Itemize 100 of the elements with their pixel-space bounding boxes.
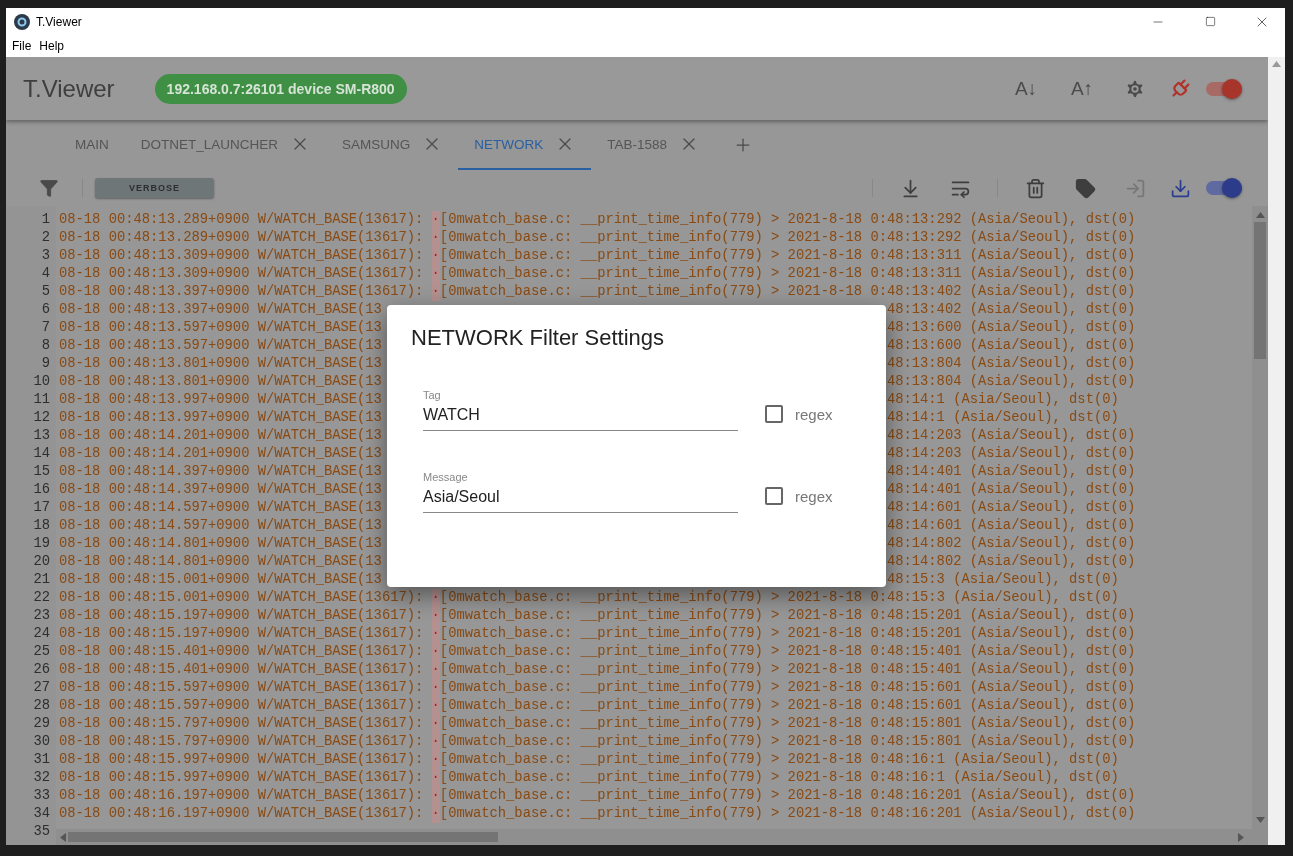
- follow-switch[interactable]: [1206, 181, 1242, 195]
- log-text: 48:14:802 (Asia/Seoul), dst(0): [886, 553, 1136, 571]
- regex-checkbox[interactable]: [765, 487, 783, 505]
- tab[interactable]: MAIN: [59, 120, 125, 170]
- log-text: 48:14:401 (Asia/Seoul), dst(0): [886, 481, 1136, 499]
- escape-marker: ·: [431, 787, 440, 805]
- log-message: [0mwatch_base.c: __print_time_info(779) > 2021-8-18 0:48:15:3 (Asia/Seoul), dst(0): [439, 589, 1119, 607]
- log-message: [0mwatch_base.c: __print_time_info(779) > 2021-8-18 0:48:13:292 (Asia/Seoul), dst(0): [439, 229, 1136, 247]
- log-source: 08-18 00:48:16.197+0900 W/WATCH_BASE(13617):: [59, 805, 424, 823]
- log-text: 08-18 00:48:14.801+0900 W/WATCH_BASE(13: [59, 536, 382, 551]
- log-text: 48:13:402 (Asia/Seoul), dst(0): [886, 301, 1136, 319]
- regex-checkbox[interactable]: [765, 405, 783, 423]
- line-number: 23: [33, 608, 50, 623]
- line-number: 4: [41, 266, 50, 281]
- checkbox-label: regex: [795, 488, 833, 505]
- font-increase-button[interactable]: A↑: [1054, 77, 1110, 100]
- switch-thumb[interactable]: [1222, 78, 1242, 99]
- line-number: 33: [33, 788, 50, 803]
- horizontal-scrollbar[interactable]: [56, 829, 1268, 845]
- input-field[interactable]: Asia/Seoul: [423, 488, 738, 506]
- log-message: [0mwatch_base.c: __print_time_info(779) > 2021-8-18 0:48:15:601 (Asia/Seoul), dst(0): [439, 697, 1136, 715]
- tab[interactable]: SAMSUNG: [326, 120, 459, 170]
- input-field[interactable]: WATCH: [423, 406, 738, 424]
- switch-thumb[interactable]: [1222, 178, 1242, 198]
- line-number: 18: [33, 518, 50, 533]
- log-text: 48:14:1 (Asia/Seoul), dst(0): [886, 409, 1119, 427]
- log-level-chip[interactable]: VERBOSE: [95, 178, 214, 198]
- escape-marker: ·: [431, 625, 440, 643]
- scroll-left-icon[interactable]: [60, 832, 66, 842]
- log-text: 08-18 00:48:14.597+0900 W/WATCH_BASE(13: [59, 500, 382, 515]
- line-number: 21: [33, 572, 50, 587]
- line-number: 7: [41, 320, 50, 335]
- line-number: 9: [41, 356, 50, 371]
- line-number: 35: [33, 824, 50, 839]
- log-text: 08-18 00:48:13.997+0900 W/WATCH_BASE(13: [59, 392, 382, 407]
- scroll-thumb[interactable]: [68, 832, 498, 842]
- menu-item[interactable]: File: [12, 39, 38, 53]
- font-decrease-button[interactable]: A↓: [998, 77, 1054, 100]
- log-message: [0mwatch_base.c: __print_time_info(779) > 2021-8-18 0:48:13:402 (Asia/Seoul), dst(0): [439, 283, 1136, 301]
- scroll-up-icon[interactable]: [1272, 61, 1281, 67]
- line-number: 27: [33, 680, 50, 695]
- line-number: 10: [33, 374, 50, 389]
- scroll-right-icon[interactable]: [1238, 832, 1244, 842]
- tab[interactable]: NETWORK: [458, 120, 592, 170]
- log-text: 08-18 00:48:13.801+0900 W/WATCH_BASE(13: [59, 374, 382, 389]
- scroll-up-icon[interactable]: [1255, 212, 1265, 218]
- log-message: [0mwatch_base.c: __print_time_info(779) > 2021-8-18 0:48:16:1 (Asia/Seoul), dst(0): [439, 751, 1119, 769]
- log-source: 08-18 00:48:15.001+0900 W/WATCH_BASE(13617):: [59, 589, 424, 607]
- log-text: 08-18 00:48:13.801+0900 W/WATCH_BASE(13: [59, 356, 382, 371]
- line-number: 26: [33, 662, 50, 677]
- log-text: 48:13:804 (Asia/Seoul), dst(0): [886, 355, 1136, 373]
- connection-switch[interactable]: [1206, 81, 1242, 96]
- scroll-thumb[interactable]: [1254, 222, 1266, 359]
- log-message: [0mwatch_base.c: __print_time_info(779) > 2021-8-18 0:48:15:201 (Asia/Seoul), dst(0): [439, 607, 1136, 625]
- log-source: 08-18 00:48:15.997+0900 W/WATCH_BASE(13617):: [59, 769, 424, 787]
- log-text: 48:13:600 (Asia/Seoul), dst(0): [886, 319, 1136, 337]
- escape-marker: ·: [431, 589, 440, 607]
- log-source: 08-18 00:48:15.197+0900 W/WATCH_BASE(13617):: [59, 607, 424, 625]
- log-text: 08-18 00:48:14.201+0900 W/WATCH_BASE(13: [59, 446, 382, 461]
- log-message: [0mwatch_base.c: __print_time_info(779) > 2021-8-18 0:48:13:311 (Asia/Seoul), dst(0): [439, 247, 1136, 265]
- line-number: 32: [33, 770, 50, 785]
- tab[interactable]: TAB-1588: [591, 120, 716, 170]
- log-message: [0mwatch_base.c: __print_time_info(779) > 2021-8-18 0:48:15:801 (Asia/Seoul), dst(0): [439, 733, 1136, 751]
- log-source: 08-18 00:48:13.289+0900 W/WATCH_BASE(13617):: [59, 211, 424, 229]
- log-source: 08-18 00:48:13.309+0900 W/WATCH_BASE(13617):: [59, 247, 424, 265]
- filter-icon[interactable]: [38, 178, 60, 198]
- vertical-scrollbar[interactable]: [1252, 206, 1268, 829]
- line-number: 15: [33, 464, 50, 479]
- line-number: 6: [41, 302, 50, 317]
- line-number: 22: [33, 590, 50, 605]
- line-number: 11: [33, 392, 50, 407]
- field-label: Message: [423, 471, 469, 483]
- line-number: 13: [33, 428, 50, 443]
- app-title: T.Viewer: [23, 74, 115, 103]
- log-source: 08-18 00:48:13.397+0900 W/WATCH_BASE(13617):: [59, 283, 424, 301]
- escape-marker: ·: [431, 697, 440, 715]
- log-text: 08-18 00:48:13.597+0900 W/WATCH_BASE(13: [59, 338, 382, 353]
- scroll-down-icon[interactable]: [1255, 817, 1265, 823]
- window-title: T.Viewer: [36, 14, 82, 29]
- menu-item[interactable]: Help: [39, 39, 71, 53]
- log-message: [0mwatch_base.c: __print_time_info(779) > 2021-8-18 0:48:15:401 (Asia/Seoul), dst(0): [439, 643, 1136, 661]
- escape-marker: ·: [431, 805, 440, 823]
- maximize-icon[interactable]: [1204, 16, 1216, 27]
- log-text: 48:14:1 (Asia/Seoul), dst(0): [886, 391, 1119, 409]
- log-text: 48:13:804 (Asia/Seoul), dst(0): [886, 373, 1136, 391]
- log-source: 08-18 00:48:13.309+0900 W/WATCH_BASE(13617):: [59, 265, 424, 283]
- log-text: 48:14:203 (Asia/Seoul), dst(0): [886, 427, 1136, 445]
- line-number: 34: [33, 806, 50, 821]
- escape-marker: ·: [431, 751, 440, 769]
- log-source: 08-18 00:48:15.597+0900 W/WATCH_BASE(13617):: [59, 679, 424, 697]
- log-text: 48:14:802 (Asia/Seoul), dst(0): [886, 535, 1136, 553]
- line-number: 17: [33, 500, 50, 515]
- log-text: 08-18 00:48:13.997+0900 W/WATCH_BASE(13: [59, 410, 382, 425]
- line-number: 16: [33, 482, 50, 497]
- line-number: 24: [33, 626, 50, 641]
- log-source: 08-18 00:48:15.797+0900 W/WATCH_BASE(13617):: [59, 733, 424, 751]
- tab[interactable]: DOTNET_LAUNCHER: [124, 120, 327, 170]
- log-text: 08-18 00:48:15.001+0900 W/WATCH_BASE(13: [59, 572, 382, 587]
- field-label: Tag: [423, 389, 442, 401]
- escape-marker: ·: [431, 769, 440, 787]
